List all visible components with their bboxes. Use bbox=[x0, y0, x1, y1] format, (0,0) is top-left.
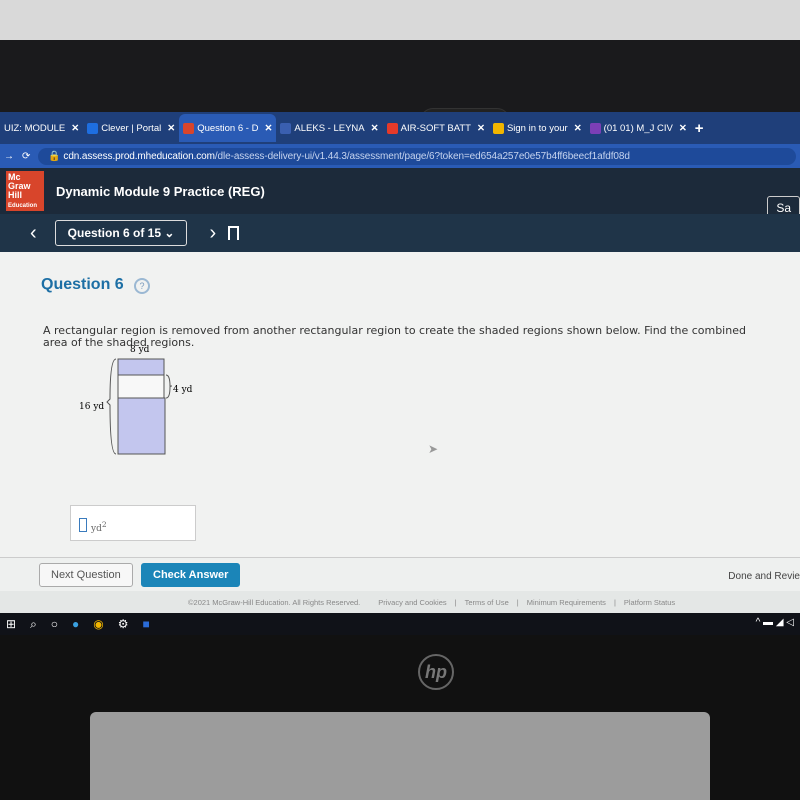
action-bar: Next Question Check Answer Done and Revi… bbox=[0, 557, 800, 591]
question-nav: ‹ Question 6 of 15 ⌄ › bbox=[0, 214, 800, 252]
new-tab-button[interactable]: + bbox=[691, 114, 708, 142]
settings-icon[interactable]: ⚙ bbox=[118, 617, 129, 631]
question-title: Question 6 bbox=[41, 276, 124, 293]
browser-tab-strip: UIZ: MODULE ✕ Clever | Portal ✕ Question 6… bbox=[0, 112, 800, 144]
tab-clever[interactable]: Clever | Portal ✕ bbox=[83, 114, 179, 142]
screen-bezel bbox=[0, 40, 800, 134]
close-tab-icon[interactable]: ✕ bbox=[477, 123, 485, 134]
next-question-icon[interactable]: › bbox=[209, 222, 216, 245]
search-icon[interactable]: ⌕ bbox=[30, 617, 37, 632]
forward-icon[interactable]: → bbox=[4, 151, 14, 162]
removed-height-label: 4 yd bbox=[173, 385, 193, 395]
next-question-button[interactable]: Next Question bbox=[39, 563, 133, 587]
tab-sign-in[interactable]: Sign in to your ✕ bbox=[489, 114, 586, 142]
windows-start-icon[interactable]: ⊞ bbox=[6, 617, 16, 631]
onenote-icon bbox=[589, 122, 601, 134]
tab-airsoft[interactable]: AIR-SOFT BATT ✕ bbox=[383, 114, 489, 142]
close-tab-icon[interactable]: ✕ bbox=[264, 123, 272, 134]
cortana-icon[interactable]: ○ bbox=[51, 617, 58, 631]
close-tab-icon[interactable]: ✕ bbox=[71, 123, 79, 134]
aleks-icon bbox=[280, 122, 292, 134]
previous-question-icon[interactable]: ‹ bbox=[30, 222, 37, 245]
close-tab-icon[interactable]: ✕ bbox=[371, 123, 379, 134]
answer-unit: yd2 bbox=[91, 520, 107, 534]
mcgraw-hill-logo: Mc Graw Hill Education bbox=[6, 171, 44, 211]
tab-aleks[interactable]: ALEKS - LEYNA ✕ bbox=[276, 114, 382, 142]
hp-logo: hp bbox=[418, 654, 454, 690]
url-field[interactable]: 🔒 cdn.assess.prod.mheducation.com/dle-as… bbox=[38, 147, 796, 165]
removed-region bbox=[117, 374, 165, 399]
figure-rectangles: 8 yd 4 yd 16 yd bbox=[79, 345, 193, 455]
chevron-down-icon: ⌄ bbox=[164, 226, 175, 240]
brace-4yd bbox=[165, 374, 173, 399]
copyright: ©2021 McGraw-Hill Education. All Rights … bbox=[188, 597, 361, 607]
mcgraw-hill-icon bbox=[183, 122, 195, 134]
chrome-icon[interactable]: ◉ bbox=[93, 617, 103, 631]
microsoft-icon bbox=[492, 122, 504, 134]
clever-icon bbox=[87, 122, 99, 134]
lock-icon: 🔒 bbox=[48, 150, 64, 162]
edge-icon[interactable]: ● bbox=[72, 617, 79, 631]
assignment-title: Dynamic Module 9 Practice (REG) bbox=[56, 183, 265, 199]
shaded-bottom-region bbox=[117, 397, 166, 455]
mouse-cursor-icon: ➤ bbox=[428, 442, 439, 456]
windows-taskbar: ⊞ ⌕ ○ ● ◉ ⚙ ■ ^ ▬ ◢ ◁ bbox=[0, 613, 800, 635]
tab-onenote[interactable]: (01 01) M_J CIV ✕ bbox=[586, 114, 691, 142]
question-panel: Question 6 ? A rectangular region is rem… bbox=[0, 252, 800, 557]
help-icon[interactable]: ? bbox=[134, 278, 150, 294]
background-wall bbox=[0, 0, 800, 40]
address-bar-row: → ⟳ 🔒 cdn.assess.prod.mheducation.com/dl… bbox=[0, 144, 800, 168]
question-selector[interactable]: Question 6 of 15 ⌄ bbox=[54, 220, 188, 246]
app-header: Mc Graw Hill Education Dynamic Module 9 Pra… bbox=[0, 168, 800, 220]
privacy-link[interactable]: Privacy and Cookies bbox=[378, 598, 446, 607]
youtube-icon bbox=[386, 122, 398, 134]
terms-link[interactable]: Terms of Use bbox=[465, 598, 509, 607]
word-icon[interactable]: ■ bbox=[143, 617, 150, 631]
tab-question-6[interactable]: Question 6 - D ✕ bbox=[179, 114, 277, 142]
done-and-review-button[interactable]: Done and Revie bbox=[728, 571, 800, 582]
shaded-top-region bbox=[117, 358, 165, 376]
tab-quiz-module[interactable]: UIZ: MODULE ✕ bbox=[0, 114, 83, 142]
height-label: 16 yd bbox=[79, 402, 104, 412]
check-answer-button[interactable]: Check Answer bbox=[141, 563, 241, 587]
close-tab-icon[interactable]: ✕ bbox=[574, 123, 582, 134]
system-tray[interactable]: ^ ▬ ◢ ◁ bbox=[756, 617, 794, 628]
requirements-link[interactable]: Minimum Requirements bbox=[527, 598, 606, 607]
close-tab-icon[interactable]: ✕ bbox=[167, 123, 175, 134]
answer-input[interactable] bbox=[79, 518, 87, 532]
width-label: 8 yd bbox=[130, 345, 150, 355]
brace-16yd bbox=[106, 358, 117, 455]
footer: ©2021 McGraw-Hill Education. All Rights … bbox=[0, 591, 800, 613]
platform-status-link[interactable]: Platform Status bbox=[624, 598, 675, 607]
laptop-base bbox=[90, 712, 710, 800]
answer-area: yd2 bbox=[70, 505, 196, 541]
reload-icon[interactable]: ⟳ bbox=[22, 151, 30, 162]
close-tab-icon[interactable]: ✕ bbox=[679, 123, 687, 134]
bookmark-icon[interactable] bbox=[228, 226, 240, 240]
